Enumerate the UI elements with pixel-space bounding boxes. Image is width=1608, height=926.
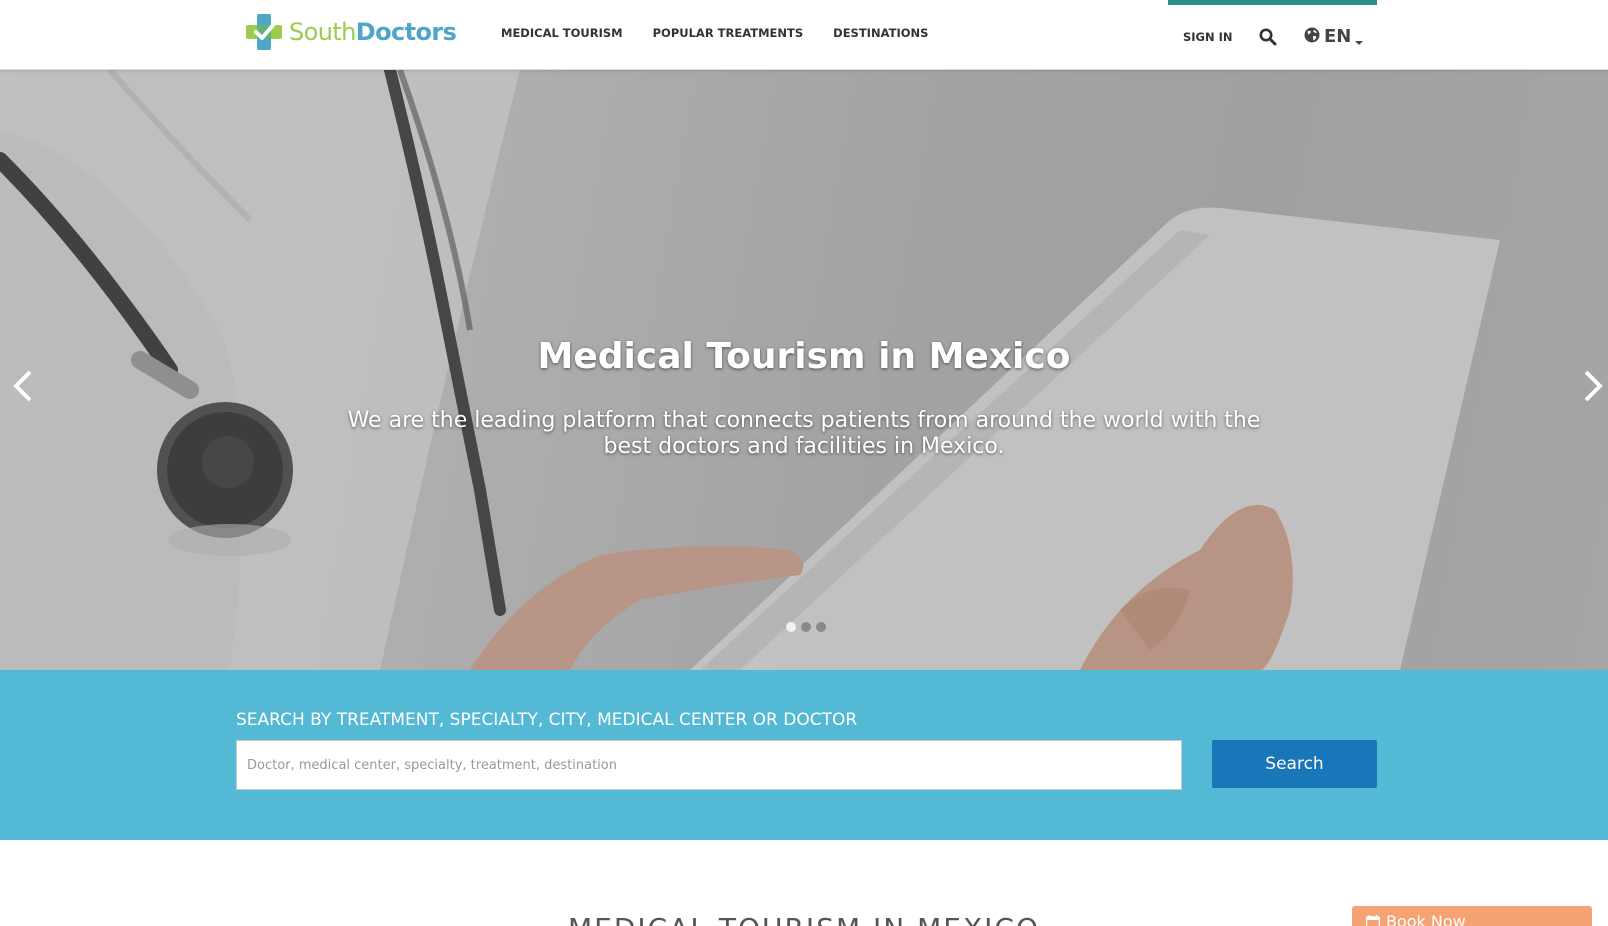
carousel-dot-1[interactable] [786, 622, 796, 632]
carousel-next-icon[interactable] [1578, 366, 1608, 406]
book-now-button[interactable]: Book Now [1352, 906, 1592, 926]
language-selector[interactable]: EN [1304, 26, 1364, 47]
site-logo[interactable]: SouthDoctors [245, 13, 457, 51]
hero-subtitle: We are the leading platform that connect… [347, 408, 1261, 459]
search-label: SEARCH BY TREATMENT, SPECIALTY, CITY, ME… [236, 710, 858, 730]
top-navbar: SouthDoctors MEDICAL TOURISM POPULAR TRE… [0, 0, 1608, 70]
logo-word-south: South [289, 18, 356, 46]
header-accent-bar [1168, 0, 1377, 5]
carousel-prev-icon[interactable] [8, 366, 38, 406]
search-button[interactable]: Search [1212, 740, 1377, 788]
globe-icon [1304, 27, 1320, 47]
nav-medical-tourism[interactable]: MEDICAL TOURISM [501, 26, 623, 40]
nav-destinations[interactable]: DESTINATIONS [833, 26, 928, 40]
search-icon[interactable] [1259, 28, 1277, 46]
calendar-icon [1365, 913, 1381, 926]
search-section: SEARCH BY TREATMENT, SPECIALTY, CITY, ME… [0, 670, 1608, 840]
main-nav: MEDICAL TOURISM POPULAR TREATMENTS DESTI… [501, 26, 958, 40]
logo-cross-icon [245, 13, 283, 51]
nav-popular-treatments[interactable]: POPULAR TREATMENTS [653, 26, 804, 40]
search-input[interactable] [236, 740, 1182, 790]
carousel-dot-2[interactable] [801, 622, 811, 632]
language-label: EN [1324, 26, 1352, 47]
hero-carousel: Medical Tourism in Mexico We are the lea… [0, 70, 1608, 670]
carousel-indicators [786, 622, 831, 632]
logo-wordmark: SouthDoctors [289, 18, 457, 46]
logo-word-doctors: Doctors [355, 18, 457, 46]
carousel-dot-3[interactable] [816, 622, 826, 632]
caret-down-icon [1355, 40, 1364, 45]
sign-in-link[interactable]: SIGN IN [1183, 30, 1233, 44]
book-now-label: Book Now [1386, 912, 1466, 926]
hero-title: Medical Tourism in Mexico [537, 336, 1071, 377]
